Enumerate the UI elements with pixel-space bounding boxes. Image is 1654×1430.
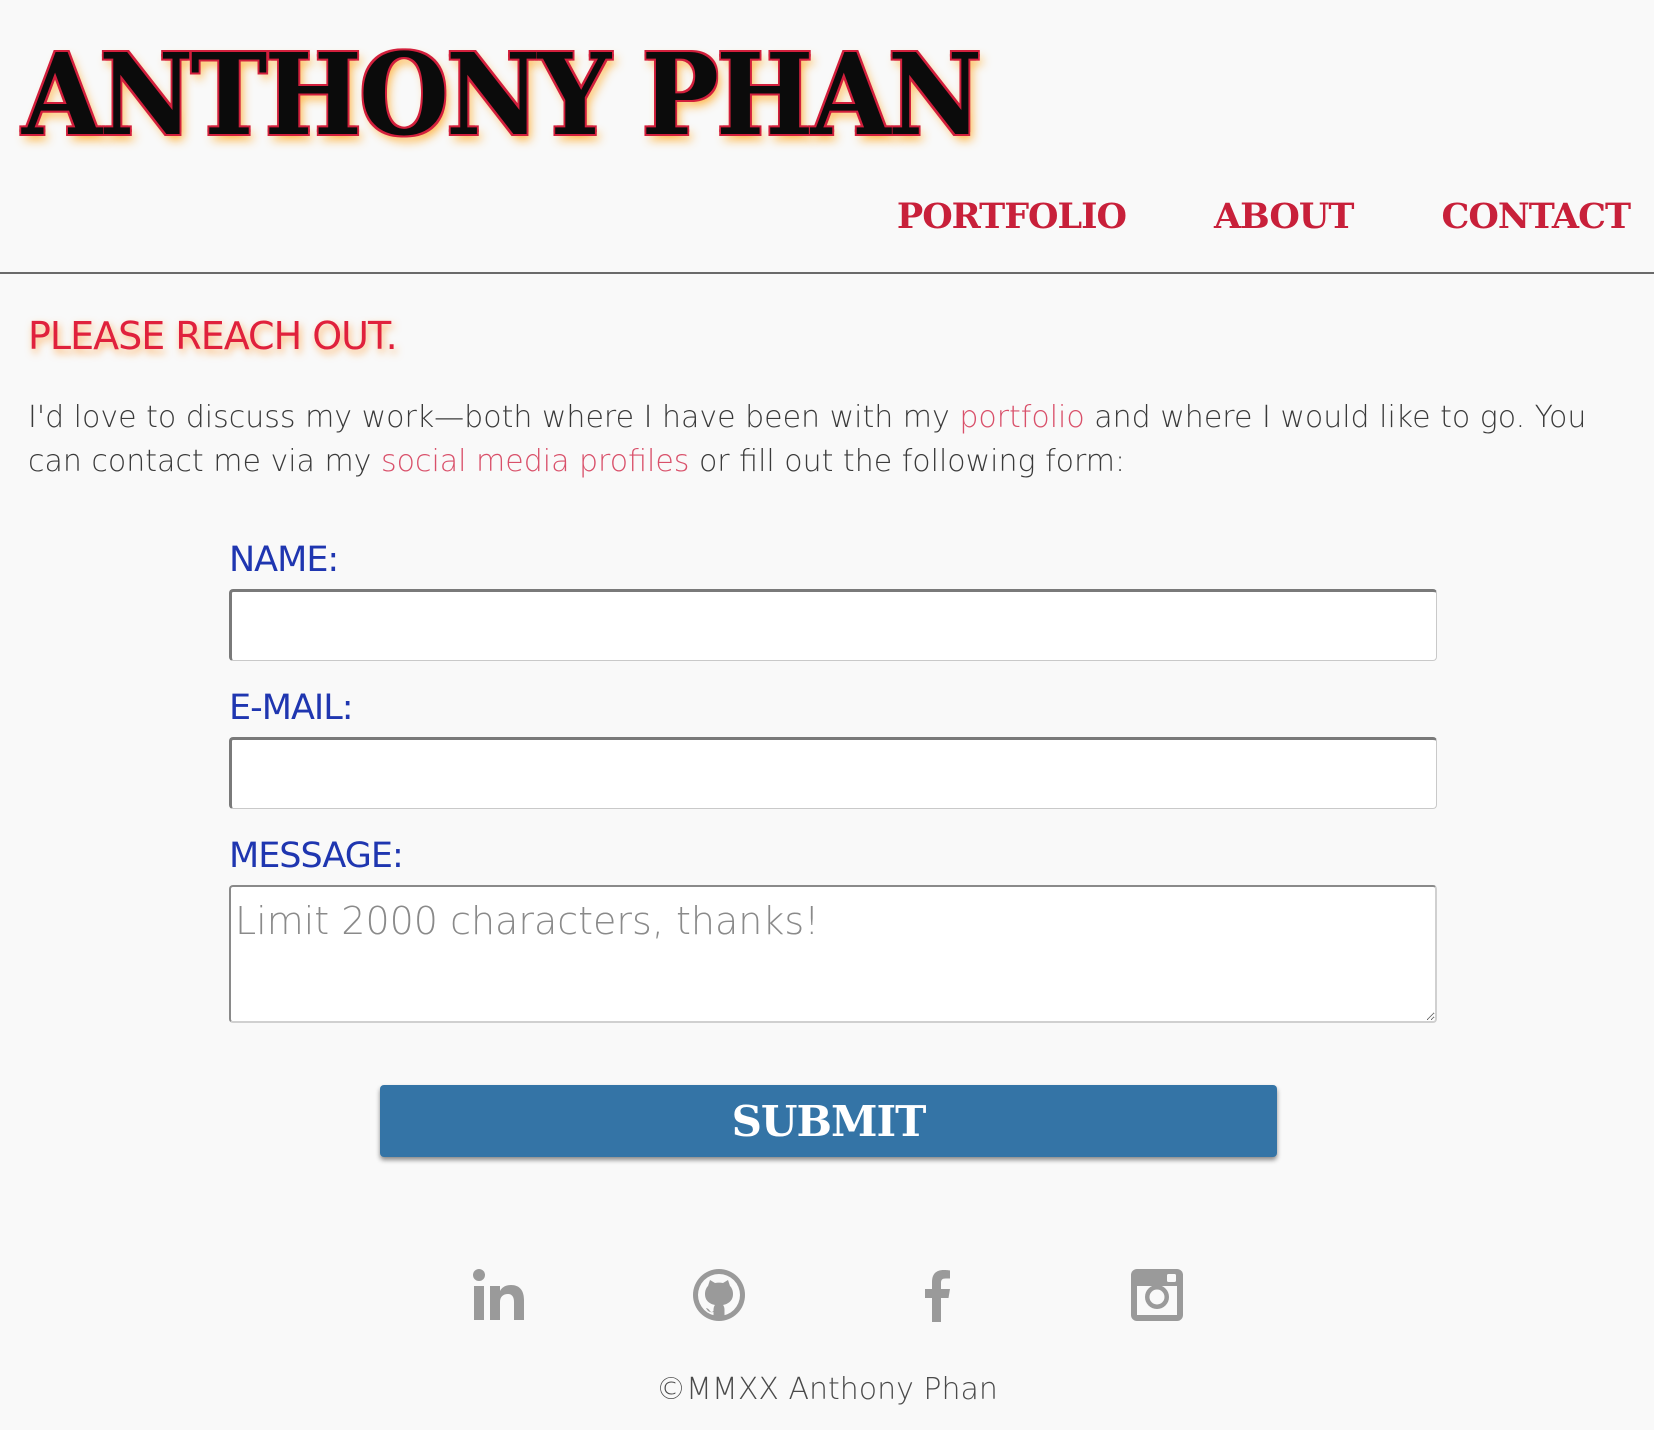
header-divider <box>0 272 1654 274</box>
message-textarea[interactable] <box>229 885 1437 1023</box>
social-links <box>0 1266 1654 1326</box>
submit-button[interactable]: SUBMIT <box>380 1085 1277 1157</box>
nav-contact[interactable]: CONTACT <box>1441 196 1631 237</box>
site-logo[interactable]: ANTHONY PHAN <box>22 40 982 152</box>
linkedin-icon[interactable] <box>470 1266 528 1324</box>
facebook-icon[interactable] <box>908 1266 966 1324</box>
email-input[interactable] <box>229 737 1437 809</box>
intro-paragraph: I'd love to discuss my work—both where I… <box>28 396 1608 484</box>
instagram-icon[interactable] <box>1128 1266 1186 1324</box>
copyright-text: ©MMXX Anthony Phan <box>656 1372 998 1407</box>
intro-text-3: or fill out the following form: <box>689 444 1126 479</box>
portfolio-link[interactable]: portfolio <box>959 400 1084 435</box>
nav-about[interactable]: ABOUT <box>1214 196 1354 237</box>
main-nav: PORTFOLIO ABOUT CONTACT <box>897 196 1631 237</box>
message-label: MESSAGE: <box>229 836 404 876</box>
github-icon[interactable] <box>690 1266 748 1324</box>
name-input[interactable] <box>229 589 1437 661</box>
social-media-link[interactable]: social media profiles <box>381 444 689 479</box>
intro-text-1: I'd love to discuss my work—both where I… <box>28 400 960 435</box>
nav-portfolio[interactable]: PORTFOLIO <box>897 196 1127 237</box>
page-headline: PLEASE REACH OUT. <box>28 314 398 358</box>
email-label: E-MAIL: <box>229 688 353 728</box>
name-label: NAME: <box>229 540 339 580</box>
